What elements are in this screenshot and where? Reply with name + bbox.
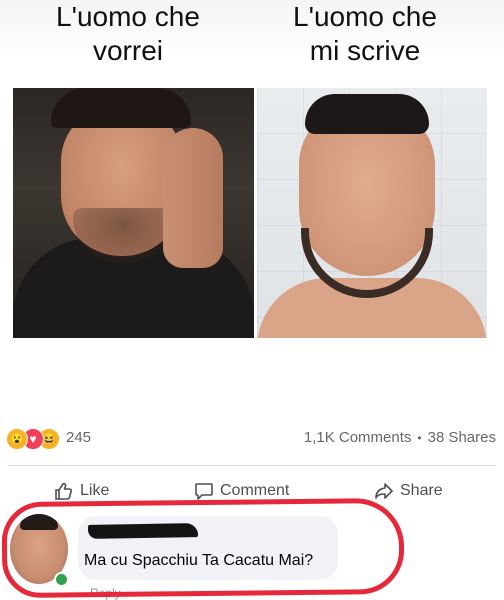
red-highlight-outline	[1, 497, 405, 599]
photo-right-hair	[305, 94, 429, 134]
wow-emoji-icon: 😮	[6, 428, 28, 450]
action-bar-divider	[8, 465, 496, 466]
meme-photo-right[interactable]	[257, 88, 487, 338]
comment-bubble-icon	[195, 483, 213, 500]
reactions-summary: 😮 ♥ 😆 245 1,1K Comments • 38 Shares	[0, 426, 504, 452]
comment-label: Comment	[220, 482, 290, 499]
photo-left-hair	[51, 88, 191, 128]
thumbs-up-icon	[55, 482, 73, 500]
meme-caption-left-line-2: vorrei	[92, 35, 163, 66]
meme-caption-right-line-1: L'uomo che	[293, 1, 437, 32]
reaction-icons[interactable]: 😮 ♥ 😆	[6, 428, 60, 450]
comment-share-counts: 1,1K Comments • 38 Shares	[304, 429, 496, 446]
share-arrow-icon	[375, 483, 393, 499]
comments-count-link[interactable]: 1,1K Comments	[304, 429, 412, 446]
meme-caption-right-line-2: mi scrive	[309, 35, 421, 66]
like-label: Like	[80, 482, 110, 499]
photo-left-hand	[163, 128, 223, 268]
meme-caption-left: L'uomo che vorrei	[28, 0, 228, 68]
meme-photo-left[interactable]	[13, 88, 254, 338]
shares-count-link[interactable]: 38 Shares	[428, 429, 496, 446]
reaction-count[interactable]: 245	[66, 429, 91, 446]
meme-caption-left-line-1: L'uomo che	[56, 1, 200, 32]
meme-caption-right: L'uomo che mi scrive	[262, 0, 468, 68]
share-label: Share	[400, 482, 443, 499]
separator-dot: •	[417, 431, 422, 445]
share-button[interactable]: Share	[374, 476, 443, 506]
facebook-post-screenshot: L'uomo che vorrei L'uomo che mi scrive 😮…	[0, 0, 504, 600]
